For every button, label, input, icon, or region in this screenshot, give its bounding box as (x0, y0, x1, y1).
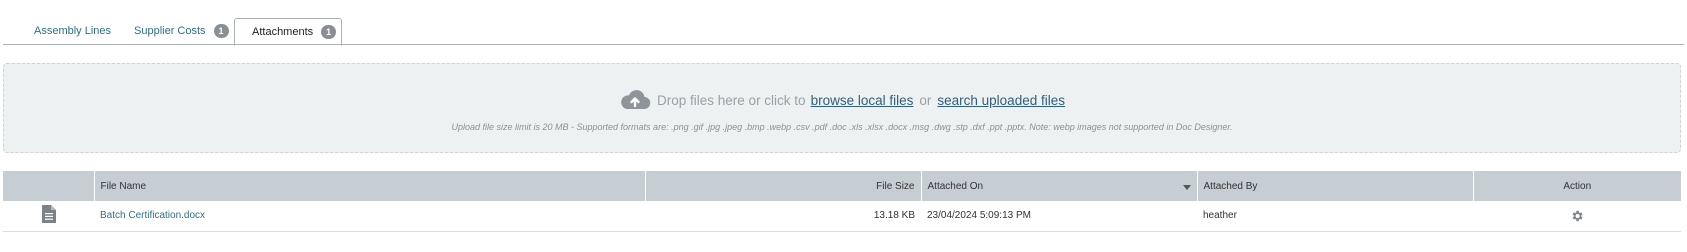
count-badge: 1 (321, 25, 337, 39)
tab-bar: Assembly Lines Supplier Costs 1 Attachme… (0, 0, 1687, 46)
action-cell (1473, 201, 1681, 232)
attached-on-cell: 23/04/2024 5:09:13 PM (921, 201, 1197, 232)
upload-limit-note: Upload file size limit is 20 MB - Suppor… (451, 122, 1233, 132)
attached-by-cell: heather (1197, 201, 1473, 232)
tab-label: Attachments (252, 26, 314, 38)
header-label: Action (1563, 180, 1592, 192)
tab-assembly-lines[interactable]: Assembly Lines (34, 18, 111, 44)
cloud-upload-icon (621, 90, 651, 110)
header-label: File Size (876, 180, 915, 192)
browse-local-files-link[interactable]: browse local files (811, 93, 914, 108)
dropzone-prompt-row: Drop files here or click to browse local… (4, 88, 1680, 112)
attachments-table: File Name File Size Attached On Attached… (3, 171, 1681, 232)
file-size-header[interactable]: File Size (644, 171, 921, 201)
header-label: Attached By (1203, 180, 1258, 192)
header-label: File Name (100, 180, 147, 192)
search-uploaded-files-link[interactable]: search uploaded files (937, 93, 1065, 108)
tab-label: Supplier Costs (134, 25, 206, 37)
tab-supplier-costs[interactable]: Supplier Costs 1 (134, 18, 229, 44)
file-name-header[interactable]: File Name (93, 171, 645, 201)
dropzone-prompt: Drop files here or click to (657, 92, 806, 108)
file-size-cell: 13.18 KB (645, 201, 921, 232)
table-header-row: File Name File Size Attached On Attached… (3, 171, 1681, 201)
dropzone-or: or (919, 92, 932, 108)
file-name-link[interactable]: Batch Certification.docx (100, 210, 205, 221)
gear-icon[interactable] (1570, 209, 1584, 223)
attached-on-header[interactable]: Attached On (920, 171, 1197, 201)
file-dropzone[interactable]: Drop files here or click to browse local… (3, 63, 1681, 153)
file-type-cell (3, 201, 94, 232)
attached-by-header[interactable]: Attached By (1196, 171, 1473, 201)
icon-column-header (3, 171, 94, 201)
tab-attachments[interactable]: Attachments 1 (234, 18, 342, 46)
count-badge: 1 (213, 24, 229, 38)
action-header: Action (1472, 171, 1681, 201)
header-label: Attached On (927, 180, 984, 192)
file-name-cell: Batch Certification.docx (94, 201, 645, 232)
table-row: Batch Certification.docx 13.18 KB 23/04/… (3, 201, 1681, 232)
document-icon (41, 205, 56, 224)
tab-underline (3, 44, 1684, 45)
tab-label: Assembly Lines (34, 25, 112, 37)
sort-desc-icon (1182, 184, 1191, 190)
